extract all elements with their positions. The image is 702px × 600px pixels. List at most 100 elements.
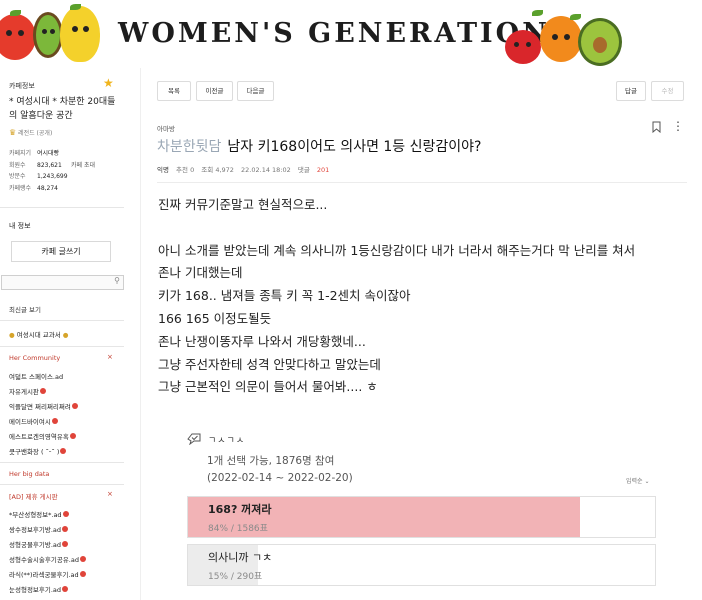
collapse-icon[interactable]: ×: [107, 490, 113, 498]
comments-link[interactable]: 댓글 201: [298, 166, 334, 174]
post-likes: 추천 0: [176, 166, 195, 174]
sidebar-item[interactable]: *부산성형정보*.ad: [9, 509, 69, 519]
new-badge: [39, 388, 46, 394]
sidebar-item[interactable]: 성형궁물후기방.ad: [9, 539, 69, 549]
sidebar-item[interactable]: 메이드바이여시: [9, 416, 58, 426]
post-body-line: 존나 난쟁이똥자루 나와서 개당황했네...: [158, 333, 366, 349]
sidebar-item[interactable]: 자유게시판: [9, 386, 46, 396]
stat-row: 카페랭수 48,274: [9, 184, 58, 192]
sidebar-item[interactable]: 쿳구밴화장 ( ˘ᵕ˘ ): [9, 446, 67, 456]
post-meta: 익명 추천 0 조회 4,972 22.02.14 18:02 댓글 201: [157, 164, 334, 174]
apple-icon: [0, 14, 36, 60]
sidebar-item[interactable]: 익플달면 쩌리쩌리쩌려: [9, 401, 78, 411]
divider: [0, 462, 124, 463]
post-body-line: 그냥 주선자한테 성격 안맞다하고 말았는데: [158, 356, 381, 372]
poll-option[interactable]: 168? 꺼져라 84% / 1586표: [187, 496, 656, 538]
post-body: 진짜 커뮤기준말고 현실적으로... 아니 소개를 받았는데 계속 의사니까 1…: [158, 194, 698, 399]
cafe-banner[interactable]: WOMEN'S GENERATION: [0, 0, 702, 68]
next-post-button[interactable]: 다음글: [237, 81, 274, 101]
medal-icon: ●: [9, 331, 15, 339]
invite-link[interactable]: 카페 초대: [71, 162, 95, 169]
post-title-text: 남자 키168이어도 의사면 1등 신랑감이야?: [227, 139, 482, 155]
my-info-label[interactable]: 내 정보: [9, 221, 31, 231]
post-body-line: 존나 기대했는데: [158, 265, 243, 281]
stat-row: 회원수 823,621 카페 초대: [9, 161, 95, 169]
divider: [0, 320, 124, 321]
banner-title: WOMEN'S GENERATION: [118, 18, 550, 49]
new-badge: [71, 403, 78, 409]
list-button[interactable]: 목록: [157, 81, 191, 101]
new-badge: [51, 418, 58, 424]
favorite-star-icon[interactable]: ★: [103, 76, 114, 90]
divider: [157, 182, 687, 183]
prev-post-button[interactable]: 이전글: [196, 81, 233, 101]
section-her-big-data[interactable]: Her big data: [9, 470, 49, 478]
sidebar-item[interactable]: 에스트로겐의영역유혹: [9, 431, 76, 441]
poll-title: ㄱㅅㄱㅅ: [208, 436, 246, 446]
new-badge: [62, 526, 69, 532]
poll-option-stat: 15% / 290표: [208, 572, 263, 582]
search-icon[interactable]: ⚲: [114, 276, 120, 285]
post-body-line: 아니 소개를 받았는데 계속 의사니까 1등신랑감이다 내가 너라서 해주는거다…: [158, 242, 636, 258]
section-ad-boards[interactable]: [AD] 제휴 게시판: [9, 491, 58, 501]
post-title: 차분한뒷담 남자 키168이어도 의사면 1등 신랑감이야?: [157, 136, 481, 156]
cafe-name[interactable]: * 여성시대 * 차분한 20대들의 알흠다운 공간: [9, 95, 121, 123]
new-badge: [79, 571, 86, 577]
divider: [0, 207, 124, 208]
cafe-stats: 카페지기 여시대빵 회원수 823,621 카페 초대 방문수 1,243,699 카페…: [9, 148, 95, 194]
post-title-prefix: 차분한뒷담: [157, 139, 222, 155]
stat-row: 카페지기 여시대빵: [9, 150, 60, 157]
member-level-label: 레전드 (공개): [18, 130, 53, 137]
cafe-info-label: 카페정보: [9, 82, 35, 90]
textbook-link[interactable]: ● 여성시대 교과서 ●: [9, 329, 68, 339]
sidebar: 카페정보 ★ * 여성시대 * 차분한 20대들의 알흠다운 공간 ♛ 레전드 …: [0, 68, 126, 600]
sidebar-item[interactable]: 눈성형정보후기.ad: [9, 584, 69, 594]
poll-option-stat: 84% / 1586표: [208, 524, 268, 534]
orange-icon: [540, 16, 582, 62]
poll-sort-dropdown[interactable]: 입력순 ⌄: [626, 476, 650, 485]
post-body-line: 키가 168.. 냄져들 종특 키 꼭 1-2센치 속이잖아: [158, 288, 411, 304]
member-level[interactable]: ♛ 레전드 (공개): [9, 128, 52, 137]
poll-option[interactable]: 의사니까 ㄱㅊ 15% / 290표: [187, 544, 656, 586]
write-post-button[interactable]: 카페 글쓰기: [11, 241, 111, 262]
kiwi-icon: [33, 12, 63, 58]
poll-option-label: 의사니까 ㄱㅊ: [208, 551, 273, 564]
sidebar-item[interactable]: 여덟트 스페이스.ad: [9, 371, 63, 381]
post-author[interactable]: 익명: [157, 166, 169, 174]
poll-option-label: 168? 꺼져라: [208, 503, 272, 516]
collapse-icon[interactable]: ×: [107, 353, 113, 361]
new-badge: [60, 448, 67, 454]
sidebar-search-input[interactable]: ⚲: [1, 275, 124, 290]
cherry-icon: [505, 30, 541, 64]
post-category[interactable]: 아마방: [157, 123, 175, 133]
post-body-line: 진짜 커뮤기준말고 현실적으로...: [158, 197, 328, 212]
divider: [0, 346, 124, 347]
sidebar-item[interactable]: 성형수술시술후기공유.ad: [9, 554, 86, 564]
post-views: 조회 4,972: [201, 166, 234, 174]
section-her-community[interactable]: Her Community: [9, 354, 60, 362]
avocado-icon: [578, 18, 622, 66]
bookmark-icon[interactable]: [652, 121, 661, 133]
new-badge: [62, 586, 69, 592]
crown-icon: ♛: [9, 128, 17, 137]
new-badge: [62, 511, 69, 517]
sidebar-item[interactable]: 쌍수정보후기방.ad: [9, 524, 69, 534]
post-view: 목록 이전글 다음글 답글 수정 아마방 ⋮ 차분한뒷담 남자 키168이어도 의…: [140, 68, 702, 600]
post-body-line: 166 165 이정도될듯: [158, 310, 272, 326]
post-body-line: [158, 217, 698, 240]
post-body-line: 그냥 근본적인 의문이 들어서 물어봐.... ㅎ: [158, 379, 378, 395]
divider: [0, 484, 124, 485]
edit-button[interactable]: 수정: [651, 81, 684, 101]
lemon-icon: [60, 6, 100, 62]
reply-button[interactable]: 답글: [616, 81, 646, 101]
comment-count: 201: [316, 166, 330, 174]
poll-icon: [187, 433, 201, 445]
poll-info: 1개 선택 가능, 1876명 참여 (2022-02-14 ~ 2022-02…: [207, 453, 353, 487]
sidebar-item[interactable]: 라식(**)라섹궁물후기.ad: [9, 569, 86, 579]
recent-posts-link[interactable]: 최신글 보기: [9, 304, 41, 314]
poll-period: (2022-02-14 ~ 2022-02-20): [207, 472, 353, 484]
stat-row: 방문수 1,243,699: [9, 173, 68, 180]
more-options-icon[interactable]: ⋮: [672, 119, 684, 133]
post-date: 22.02.14 18:02: [241, 166, 291, 174]
new-badge: [69, 433, 76, 439]
